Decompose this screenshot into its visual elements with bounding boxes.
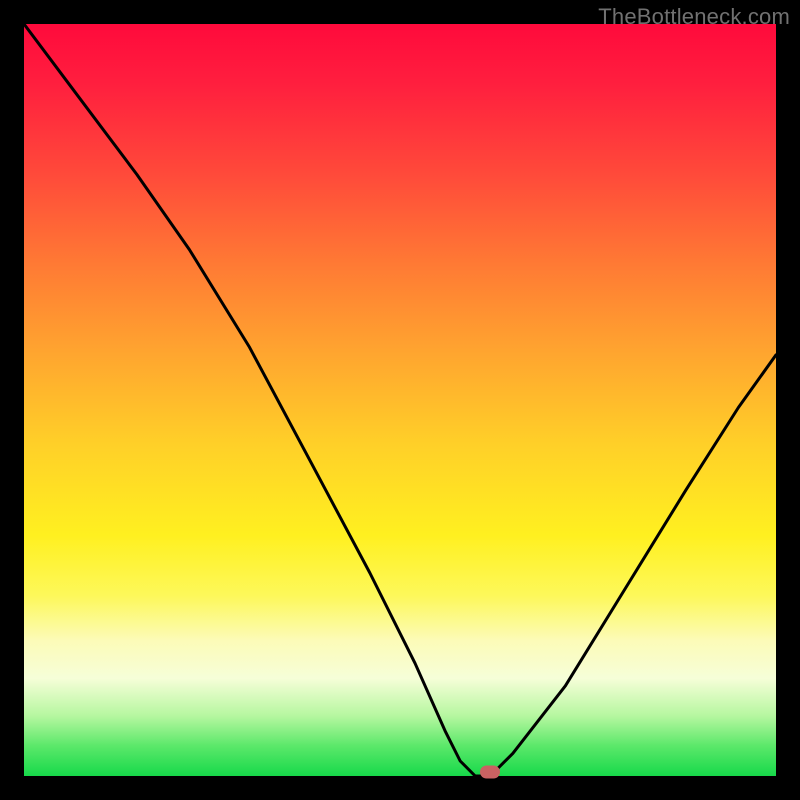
bottleneck-curve [24,24,776,776]
chart-frame: TheBottleneck.com [0,0,800,800]
plot-area [24,24,776,776]
watermark-text: TheBottleneck.com [598,4,790,30]
minimum-marker [480,766,500,779]
